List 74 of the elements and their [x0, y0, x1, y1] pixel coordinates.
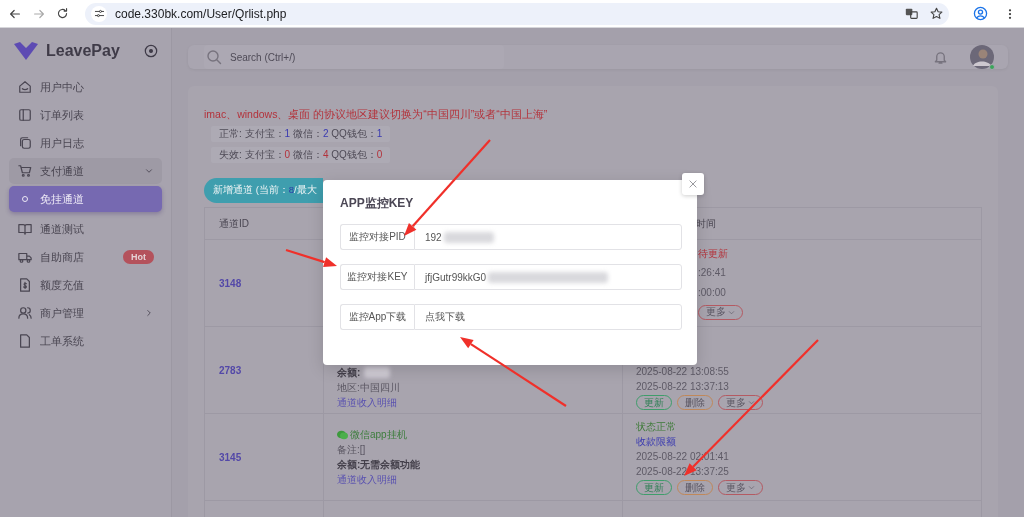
caret-icon [748, 399, 755, 406]
caret-icon [728, 309, 735, 316]
book-icon [18, 222, 32, 236]
bell-icon [933, 49, 948, 65]
search-input[interactable]: Search (Ctrl+/) [230, 47, 498, 67]
sidebar-item[interactable]: 工单系统 [9, 328, 162, 354]
users-icon [18, 306, 32, 320]
reload-icon [56, 7, 69, 20]
sidebar-item[interactable]: 用户中心 [9, 74, 162, 100]
copy-icon [18, 136, 32, 150]
channel-id: 3148 [218, 277, 242, 289]
input-field[interactable]: 192 [414, 224, 682, 250]
timestamp: 2025-08-22 13:37:13 [636, 380, 729, 394]
timestamp: :26:41 [698, 266, 726, 281]
balance-text: 余额:无需余额功能 [337, 458, 421, 472]
close-button[interactable] [682, 173, 704, 195]
avatar[interactable] [970, 45, 994, 69]
balance-text: 余额: [337, 366, 361, 380]
notice-text: imac、windows、桌面 的协议地区建议切换为“中国四川”或者“中国上海” [204, 107, 549, 121]
status-text: 状态正常 [636, 420, 676, 434]
channel-id: 3145 [218, 451, 242, 463]
sidebar-item[interactable]: 自助商店 Hot [9, 244, 162, 270]
sidebar-item[interactable]: 通道测试 [9, 216, 162, 242]
field-label: 监控对接KEY [340, 264, 414, 290]
timestamp: 2025-08-22 13:08:55 [636, 365, 729, 379]
count-summary: 失效: 支付宝：0 微信：4 QQ钱包：0 [211, 147, 391, 163]
account-icon [973, 6, 988, 21]
timestamp: :00:00 [698, 285, 726, 300]
sidebar-item[interactable]: 额度充值 [9, 272, 162, 298]
income-detail-link[interactable]: 通道收入明细 [337, 472, 397, 487]
translate-icon [905, 7, 918, 20]
chevron-right-icon [144, 308, 154, 318]
info-text: 地区:中国四川 [337, 381, 400, 395]
panel-icon [18, 108, 32, 122]
cart-icon [18, 164, 32, 178]
search-icon [206, 49, 222, 65]
count-summary: 正常: 支付宝：1 微信：2 QQ钱包：1 [211, 126, 391, 142]
logo-icon [14, 42, 38, 60]
sidebar-item[interactable]: 免挂通道 [9, 186, 162, 212]
home-icon [18, 80, 32, 94]
sidebar-item[interactable]: 商户管理 [9, 300, 162, 326]
arrow [285, 248, 337, 267]
collapse-toggle-icon [144, 44, 158, 58]
timestamp: 2025-08-22 13:37:25 [636, 465, 729, 479]
add-channel-button[interactable]: 新增通道 (当前：8/最大 [204, 178, 323, 203]
brand-name: LeavePay [46, 42, 120, 60]
limit-link[interactable]: 收款限额 [636, 434, 676, 449]
field-label: 监控App下载 [340, 304, 414, 330]
column-header: 通道ID [219, 217, 249, 229]
hot-badge: Hot [123, 250, 154, 264]
income-detail-link[interactable]: 通道收入明细 [337, 395, 397, 410]
input-field[interactable]: 点我下载 [414, 304, 682, 330]
truck-icon [18, 250, 32, 264]
channel-id: 2783 [218, 364, 242, 376]
address-bar[interactable]: code.330bk.com/User/Qrlist.php [115, 6, 287, 21]
sidebar-item[interactable]: 支付通道 [9, 158, 162, 184]
column-header: 时间 [695, 217, 716, 229]
dollar-file-icon [18, 278, 32, 292]
modal-title: APP监控KEY [340, 196, 415, 210]
tune-icon [93, 8, 105, 19]
status-text: 待更新 [698, 247, 728, 261]
close-icon [688, 179, 698, 189]
sidebar-item[interactable]: 用户日志 [9, 130, 162, 156]
chevron-down-icon [144, 166, 154, 176]
search-field[interactable]: Search (Ctrl+/) [204, 45, 504, 69]
input-field[interactable]: jfjGutr99kkG0 [414, 264, 682, 290]
file-icon [18, 334, 32, 348]
star-icon [930, 7, 943, 20]
info-text: 备注:[] [337, 443, 366, 457]
sidebar-item[interactable]: 订单列表 [9, 102, 162, 128]
field-label: 监控对接PID [340, 224, 414, 250]
wechat-icon [337, 429, 348, 440]
channel-name: 微信app挂机 [350, 428, 407, 442]
caret-icon [748, 484, 755, 491]
